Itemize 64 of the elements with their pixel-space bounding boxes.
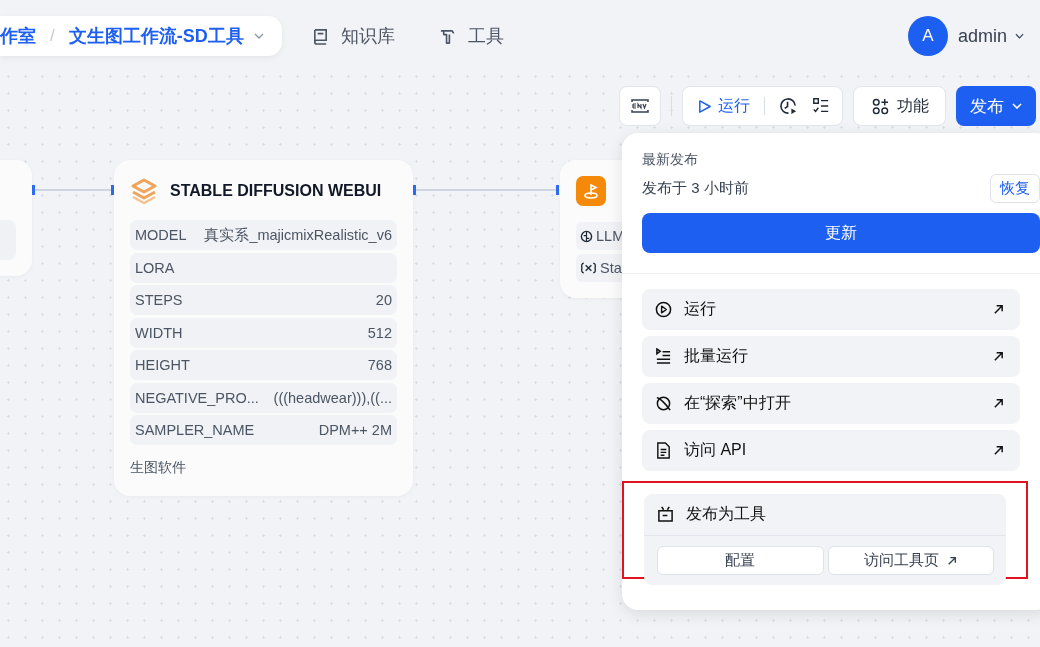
node-description: 生图软件 bbox=[130, 459, 187, 477]
param-value: DPM++ 2M bbox=[318, 422, 392, 438]
param-label: HEIGHT bbox=[135, 357, 190, 373]
external-arrow-icon bbox=[993, 304, 1004, 315]
user-menu[interactable]: admin bbox=[957, 25, 1024, 47]
book-icon bbox=[311, 27, 329, 45]
param-value: 768 bbox=[367, 357, 392, 373]
port-handle[interactable] bbox=[556, 185, 559, 195]
param-value: 20 bbox=[375, 292, 392, 308]
chevron-down-icon bbox=[1012, 103, 1022, 109]
param-label: LORA bbox=[135, 259, 175, 276]
layers-icon bbox=[130, 178, 158, 204]
features-button[interactable]: 功能 bbox=[853, 86, 946, 126]
nav-link[interactable]: 工具 bbox=[438, 24, 504, 48]
hammer-icon bbox=[438, 27, 456, 45]
tool-button[interactable]: 访问工具页 bbox=[827, 546, 994, 575]
breadcrumb-link[interactable]: 文生图工作流-SD工具 bbox=[68, 24, 244, 48]
brain-icon bbox=[580, 229, 593, 243]
param-value: (((headwear))),((... bbox=[273, 389, 392, 406]
node-card[interactable]: STABLE DIFFUSION WEBUI MODEL 真实系_majicmixRealistic_v6 LORA STEPS 20 WIDTH 512 HEIGHT 768 NEGATIVE_PRO... (((headwear))),((... SAMPLER_NAME DPM++ 2M 生图软件 bbox=[114, 160, 413, 496]
param-label: WIDTH bbox=[135, 324, 183, 341]
tool-button[interactable]: 配置 bbox=[657, 546, 824, 575]
param-label: STEPS bbox=[135, 292, 183, 308]
run-button[interactable]: 运行 bbox=[697, 95, 750, 117]
publish-button[interactable]: 发布 bbox=[956, 86, 1036, 126]
env-icon bbox=[630, 98, 650, 114]
param-value: 真实系_majicmixRealistic_v6 bbox=[204, 225, 392, 245]
user-avatar[interactable]: A bbox=[907, 16, 948, 56]
port-handle[interactable] bbox=[111, 185, 114, 195]
output-label: Sta bbox=[600, 260, 622, 276]
menu-item[interactable]: 在“探索”中打开 bbox=[642, 383, 1020, 424]
param-label: MODEL bbox=[135, 227, 187, 243]
flag-icon bbox=[576, 176, 606, 206]
play-icon bbox=[697, 98, 712, 114]
external-arrow-icon bbox=[993, 351, 1004, 362]
play-circle-icon bbox=[655, 301, 672, 318]
update-button[interactable]: 更新 bbox=[642, 213, 1040, 253]
chevron-down-icon[interactable] bbox=[253, 33, 264, 39]
breadcrumb-link[interactable]: 作室 bbox=[0, 24, 36, 48]
node-title: STABLE DIFFUSION WEBUI bbox=[170, 182, 382, 200]
env-button[interactable] bbox=[619, 86, 661, 126]
list-play-icon bbox=[655, 348, 672, 365]
param-label: NEGATIVE_PRO... bbox=[135, 389, 259, 406]
restore-button[interactable]: 恢复 bbox=[990, 174, 1040, 203]
menu-item[interactable]: 运行 bbox=[642, 289, 1020, 330]
breadcrumb-separator: / bbox=[50, 26, 55, 46]
planet-icon bbox=[655, 395, 672, 412]
clock-play-icon[interactable] bbox=[779, 96, 798, 116]
nav-link[interactable]: 知识库 bbox=[311, 24, 395, 48]
param-value: 512 bbox=[367, 324, 392, 341]
external-arrow-icon bbox=[993, 445, 1004, 456]
checklist-icon[interactable] bbox=[812, 97, 830, 115]
param-label: SAMPLER_NAME bbox=[135, 422, 255, 438]
variable-icon bbox=[580, 262, 597, 274]
tv-icon bbox=[657, 506, 674, 523]
port-handle[interactable] bbox=[32, 185, 35, 195]
section-title: 发布为工具 bbox=[686, 504, 766, 524]
external-arrow-icon bbox=[993, 398, 1004, 409]
chevron-down-icon bbox=[1015, 33, 1024, 39]
port-handle[interactable] bbox=[413, 185, 416, 195]
menu-item[interactable]: 批量运行 bbox=[642, 336, 1020, 377]
grid-plus-icon bbox=[872, 97, 889, 115]
menu-item[interactable]: 访问 API bbox=[642, 430, 1020, 471]
document-icon bbox=[655, 442, 672, 459]
